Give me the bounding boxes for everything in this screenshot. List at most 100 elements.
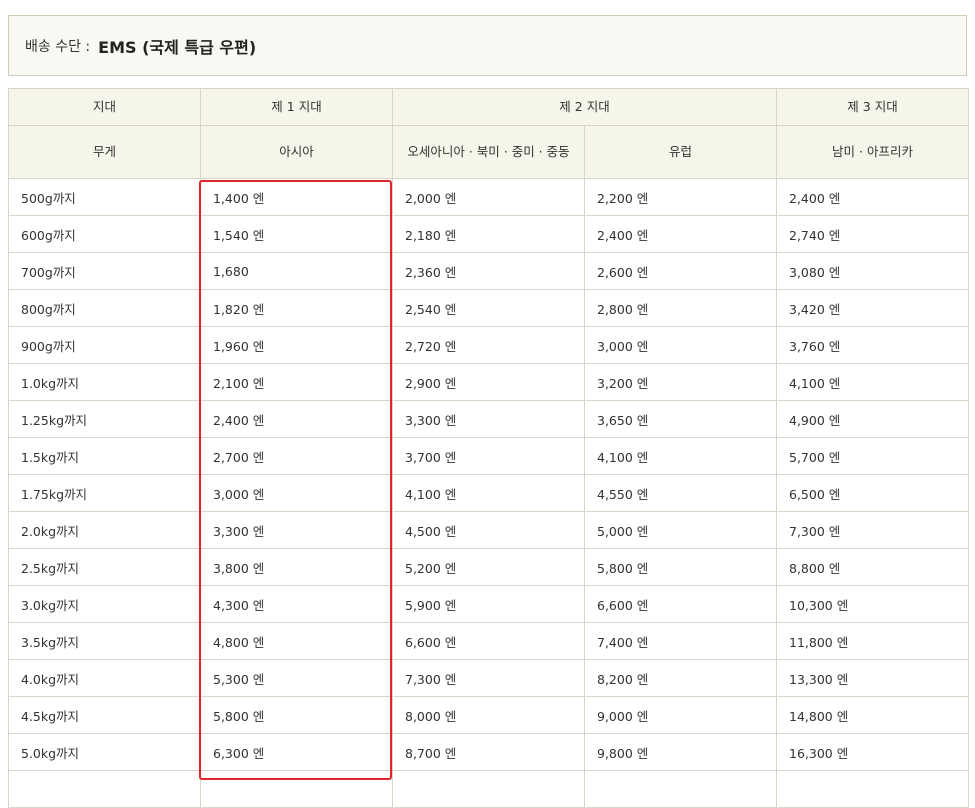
table-row: 500g까지 1,400 엔 2,000 엔 2,200 엔 2,400 엔 — [8, 178, 969, 216]
header-row-regions: 무게 아시아 오세아니아 · 북미 · 중미 · 중동 유럽 남미 · 아프리카 — [8, 125, 969, 179]
cell-weight: 900g까지 — [8, 326, 201, 364]
cell-weight: 700g까지 — [8, 252, 201, 290]
table-row: 700g까지 1,680 2,360 엔 2,600 엔 3,080 엔 — [8, 252, 969, 290]
cell-weight: 1.5kg까지 — [8, 437, 201, 475]
shipping-method-box: 배송 수단 : EMS (국제 특급 우편) — [8, 15, 967, 76]
cell-samerica-africa-price: 2,400 엔 — [776, 178, 969, 216]
cell-oceania-price: 3,300 엔 — [392, 400, 585, 438]
cell-asia-price: 2,400 엔 — [200, 400, 393, 438]
cell-asia-price: 2,700 엔 — [200, 437, 393, 475]
cell-oceania-price: 8,700 엔 — [392, 733, 585, 771]
header-zone-1: 제 1 지대 — [200, 88, 393, 126]
cell-oceania-price: 2,540 엔 — [392, 289, 585, 327]
cell-europe-price: 9,800 엔 — [584, 733, 777, 771]
cell-oceania-price: 4,100 엔 — [392, 474, 585, 512]
cell-samerica-africa-price: 11,800 엔 — [776, 622, 969, 660]
cell-samerica-africa-price: 13,300 엔 — [776, 659, 969, 697]
cell-europe-price: 7,400 엔 — [584, 622, 777, 660]
cell-asia-price: 5,800 엔 — [200, 696, 393, 734]
header-europe: 유럽 — [584, 125, 777, 179]
cell-samerica-africa-price: 7,300 엔 — [776, 511, 969, 549]
table-row: 3.5kg까지 4,800 엔 6,600 엔 7,400 엔 11,800 엔 — [8, 622, 969, 660]
ems-rate-table: 지대 제 1 지대 제 2 지대 제 3 지대 무게 아시아 오세아니아 · 북… — [8, 88, 969, 808]
cell-europe-price: 8,200 엔 — [584, 659, 777, 697]
shipping-method-value: EMS (국제 특급 우편) — [98, 37, 257, 57]
cell-asia-price: 4,800 엔 — [200, 622, 393, 660]
table-row: 1.0kg까지 2,100 엔 2,900 엔 3,200 엔 4,100 엔 — [8, 363, 969, 401]
cell-oceania-price: 5,900 엔 — [392, 585, 585, 623]
cell-europe-price: 6,600 엔 — [584, 585, 777, 623]
cell-asia-price: 6,300 엔 — [200, 733, 393, 771]
cell-europe-price: 2,200 엔 — [584, 178, 777, 216]
cell-oceania-price: 6,600 엔 — [392, 622, 585, 660]
cell-asia-price: 3,800 엔 — [200, 548, 393, 586]
header-region: 지대 — [8, 88, 201, 126]
cell-asia-price: 3,300 엔 — [200, 511, 393, 549]
cell-weight: 4.5kg까지 — [8, 696, 201, 734]
cell-oceania-price: 2,720 엔 — [392, 326, 585, 364]
table-row — [8, 770, 969, 808]
cell-europe-price: 2,600 엔 — [584, 252, 777, 290]
cell-asia-price: 3,000 엔 — [200, 474, 393, 512]
cell-europe-price: 4,100 엔 — [584, 437, 777, 475]
cell-weight: 800g까지 — [8, 289, 201, 327]
table-row: 4.0kg까지 5,300 엔 7,300 엔 8,200 엔 13,300 엔 — [8, 659, 969, 697]
header-asia: 아시아 — [200, 125, 393, 179]
cell-weight: 2.5kg까지 — [8, 548, 201, 586]
cell-asia-price: 1,820 엔 — [200, 289, 393, 327]
cell-europe-price: 5,800 엔 — [584, 548, 777, 586]
cell-europe-price: 3,000 엔 — [584, 326, 777, 364]
cell-europe-price: 2,400 엔 — [584, 215, 777, 253]
cell-europe-price: 5,000 엔 — [584, 511, 777, 549]
table-row: 1.5kg까지 2,700 엔 3,700 엔 4,100 엔 5,700 엔 — [8, 437, 969, 475]
cell-weight: 500g까지 — [8, 178, 201, 216]
table-row: 2.5kg까지 3,800 엔 5,200 엔 5,800 엔 8,800 엔 — [8, 548, 969, 586]
cell-samerica-africa-price: 4,100 엔 — [776, 363, 969, 401]
cell-samerica-africa-price: 16,300 엔 — [776, 733, 969, 771]
cell-europe-price: 3,200 엔 — [584, 363, 777, 401]
cell-weight — [8, 770, 201, 808]
cell-oceania-price: 2,900 엔 — [392, 363, 585, 401]
cell-samerica-africa-price: 14,800 엔 — [776, 696, 969, 734]
table-row: 4.5kg까지 5,800 엔 8,000 엔 9,000 엔 14,800 엔 — [8, 696, 969, 734]
cell-europe-price — [584, 770, 777, 808]
table-row: 600g까지 1,540 엔 2,180 엔 2,400 엔 2,740 엔 — [8, 215, 969, 253]
table-row: 800g까지 1,820 엔 2,540 엔 2,800 엔 3,420 엔 — [8, 289, 969, 327]
cell-asia-price: 5,300 엔 — [200, 659, 393, 697]
table-row: 5.0kg까지 6,300 엔 8,700 엔 9,800 엔 16,300 엔 — [8, 733, 969, 771]
table-row: 2.0kg까지 3,300 엔 4,500 엔 5,000 엔 7,300 엔 — [8, 511, 969, 549]
cell-oceania-price: 2,000 엔 — [392, 178, 585, 216]
cell-asia-price: 1,680 — [200, 252, 393, 290]
cell-oceania-price: 2,180 엔 — [392, 215, 585, 253]
table-row: 900g까지 1,960 엔 2,720 엔 3,000 엔 3,760 엔 — [8, 326, 969, 364]
cell-oceania-price: 5,200 엔 — [392, 548, 585, 586]
table-row: 1.25kg까지 2,400 엔 3,300 엔 3,650 엔 4,900 엔 — [8, 400, 969, 438]
header-samerica-africa: 남미 · 아프리카 — [776, 125, 969, 179]
cell-weight: 1.75kg까지 — [8, 474, 201, 512]
cell-oceania-price: 2,360 엔 — [392, 252, 585, 290]
cell-weight: 2.0kg까지 — [8, 511, 201, 549]
cell-asia-price: 1,540 엔 — [200, 215, 393, 253]
cell-samerica-africa-price — [776, 770, 969, 808]
cell-samerica-africa-price: 3,760 엔 — [776, 326, 969, 364]
cell-weight: 5.0kg까지 — [8, 733, 201, 771]
cell-weight: 3.0kg까지 — [8, 585, 201, 623]
cell-europe-price: 9,000 엔 — [584, 696, 777, 734]
cell-samerica-africa-price: 4,900 엔 — [776, 400, 969, 438]
cell-asia-price: 1,400 엔 — [200, 178, 393, 216]
cell-oceania-price — [392, 770, 585, 808]
cell-europe-price: 2,800 엔 — [584, 289, 777, 327]
rate-table-body: 500g까지 1,400 엔 2,000 엔 2,200 엔 2,400 엔 600g까지… — [8, 178, 969, 808]
cell-samerica-africa-price: 10,300 엔 — [776, 585, 969, 623]
cell-asia-price: 1,960 엔 — [200, 326, 393, 364]
cell-weight: 1.25kg까지 — [8, 400, 201, 438]
cell-samerica-africa-price: 8,800 엔 — [776, 548, 969, 586]
cell-weight: 3.5kg까지 — [8, 622, 201, 660]
cell-oceania-price: 7,300 엔 — [392, 659, 585, 697]
cell-weight: 1.0kg까지 — [8, 363, 201, 401]
cell-oceania-price: 4,500 엔 — [392, 511, 585, 549]
header-row-zones: 지대 제 1 지대 제 2 지대 제 3 지대 — [8, 88, 969, 126]
cell-samerica-africa-price: 2,740 엔 — [776, 215, 969, 253]
cell-oceania-price: 8,000 엔 — [392, 696, 585, 734]
cell-weight: 600g까지 — [8, 215, 201, 253]
